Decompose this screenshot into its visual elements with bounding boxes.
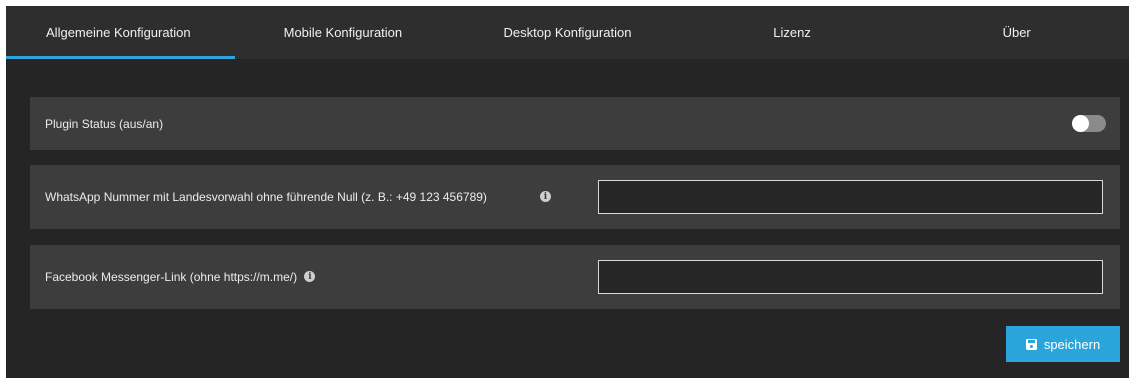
- save-button[interactable]: speichern: [1006, 326, 1120, 362]
- tab-desktop-konfiguration[interactable]: Desktop Konfiguration: [455, 6, 680, 59]
- tab-mobile-konfiguration[interactable]: Mobile Konfiguration: [231, 6, 456, 59]
- config-panel: Allgemeine Konfiguration Mobile Konfigur…: [6, 6, 1129, 378]
- whatsapp-number-label: WhatsApp Nummer mit Landesvorwahl ohne f…: [45, 190, 487, 204]
- messenger-link-label: Facebook Messenger-Link (ohne https://m.…: [45, 270, 298, 284]
- info-circle-icon[interactable]: i: [304, 271, 316, 283]
- messenger-link-input[interactable]: [598, 260, 1103, 294]
- save-button-label: speichern: [1043, 336, 1101, 352]
- toggle-knob: [1072, 115, 1089, 132]
- tab-ueber[interactable]: Über: [904, 6, 1129, 59]
- messenger-link-row: Facebook Messenger-Link (ohne https://m.…: [30, 245, 1120, 309]
- whatsapp-number-input[interactable]: [598, 180, 1103, 214]
- tab-lizenz[interactable]: Lizenz: [680, 6, 905, 59]
- plugin-status-label: Plugin Status (aus/an): [45, 116, 164, 131]
- floppy-disk-icon: [1025, 338, 1037, 350]
- plugin-status-toggle[interactable]: [1072, 115, 1106, 132]
- tab-allgemeine-konfiguration[interactable]: Allgemeine Konfiguration: [6, 6, 235, 59]
- messenger-link-label-wrap: Facebook Messenger-Link (ohne https://m.…: [45, 269, 316, 285]
- info-circle-icon[interactable]: i: [540, 191, 551, 202]
- whatsapp-number-row: WhatsApp Nummer mit Landesvorwahl ohne f…: [30, 165, 1120, 229]
- plugin-status-row: Plugin Status (aus/an): [30, 97, 1120, 150]
- tab-bar: Allgemeine Konfiguration Mobile Konfigur…: [6, 6, 1129, 59]
